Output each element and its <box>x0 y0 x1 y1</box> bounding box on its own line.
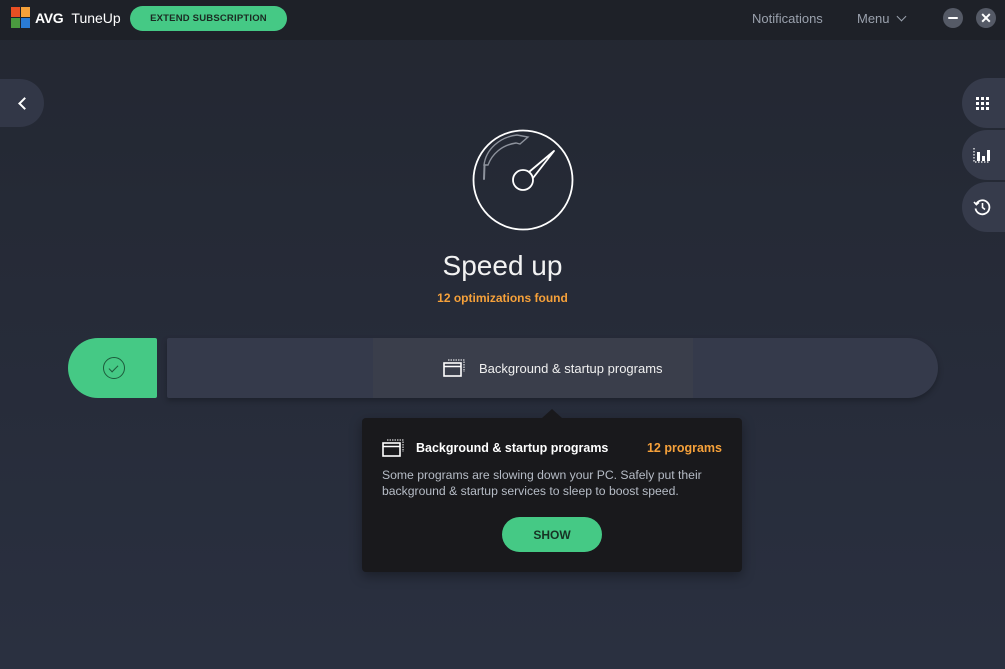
show-button[interactable]: SHOW <box>502 517 602 552</box>
menu-label: Menu <box>857 11 890 26</box>
popup-header: Background & startup programs <box>382 439 608 457</box>
notifications-link[interactable]: Notifications <box>752 11 823 26</box>
popup-title: Background & startup programs <box>416 441 609 455</box>
history-button[interactable] <box>962 182 1005 232</box>
close-button[interactable]: ✕ <box>976 8 996 28</box>
step-detail-popup: Background & startup programs 12 program… <box>362 409 742 572</box>
window-icon <box>382 439 404 457</box>
grid-icon <box>975 96 989 110</box>
check-circle-icon <box>102 357 125 379</box>
app-logo: AVG TuneUp <box>11 7 121 29</box>
close-icon: ✕ <box>980 10 992 26</box>
bar-chart-icon <box>973 148 990 163</box>
window-icon <box>443 359 465 377</box>
all-functions-button[interactable] <box>962 78 1005 128</box>
brand-name: AVG <box>35 10 64 26</box>
history-icon <box>973 199 991 216</box>
reports-button[interactable] <box>962 130 1005 180</box>
back-button[interactable] <box>0 79 44 127</box>
optimizations-count: 12 optimizations found <box>437 291 568 305</box>
product-name: TuneUp <box>71 10 121 26</box>
popup-description: Some programs are slowing down your PC. … <box>382 468 702 498</box>
title-bar: AVG TuneUp EXTEND SUBSCRIPTION Notificat… <box>0 0 1005 40</box>
chevron-down-icon <box>896 11 906 22</box>
active-step-text: Background & startup programs <box>479 360 663 376</box>
optimization-progress-bar: Background & startup programs <box>167 338 938 398</box>
completed-step[interactable] <box>68 338 157 398</box>
menu-dropdown[interactable]: Menu <box>857 11 906 26</box>
popup-arrow <box>542 409 562 418</box>
avg-logo-icon <box>11 7 31 29</box>
minimize-button[interactable] <box>943 8 963 28</box>
page-title: Speed up <box>442 250 563 281</box>
extend-subscription-button[interactable]: EXTEND SUBSCRIPTION <box>130 6 287 31</box>
active-step-label: Background & startup programs <box>443 359 663 377</box>
programs-count: 12 programs <box>646 441 722 455</box>
speedometer-icon <box>472 129 574 231</box>
minimize-icon <box>948 16 958 20</box>
chevron-left-icon <box>17 96 31 110</box>
